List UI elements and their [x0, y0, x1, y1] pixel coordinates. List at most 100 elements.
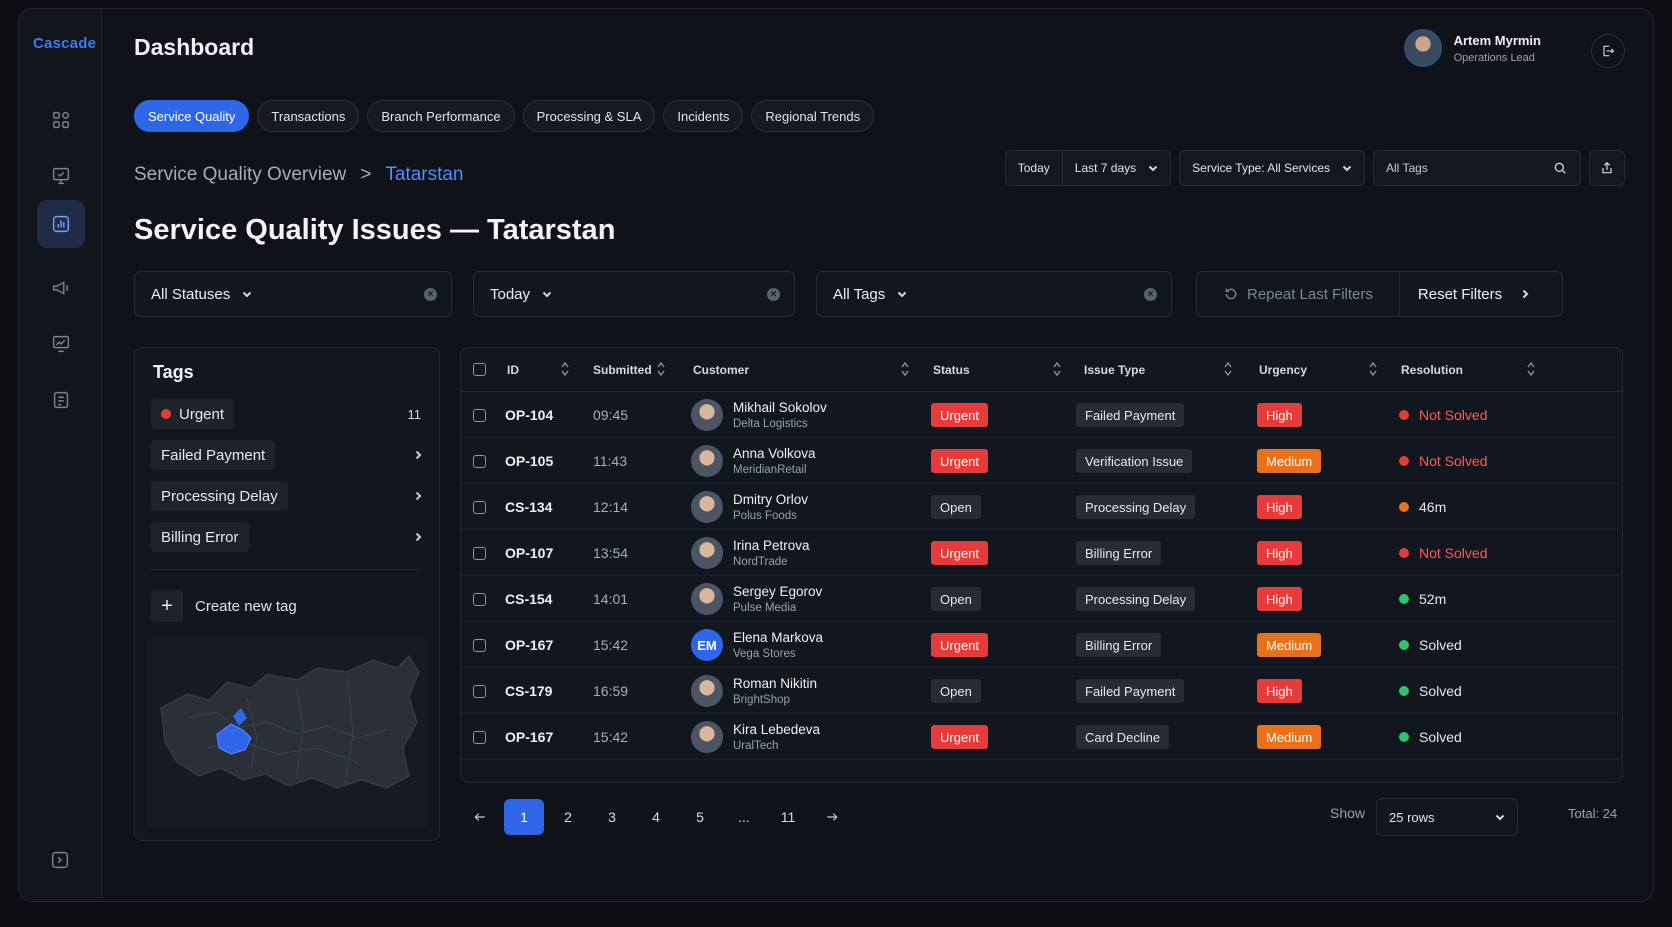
page-11-button[interactable]: 11 — [768, 799, 808, 835]
search-icon[interactable] — [1552, 160, 1568, 176]
col-status[interactable]: Status — [933, 363, 970, 377]
col-id[interactable]: ID — [507, 363, 519, 377]
table-row[interactable]: CS-134 12:14 Dmitry Orlov Polus Foods Open Pr… — [461, 484, 1622, 530]
row-checkbox[interactable] — [473, 546, 486, 560]
table-row[interactable]: OP-107 13:54 Irina Petrova NordTrade Urgent B… — [461, 530, 1622, 576]
tab-service-quality[interactable]: Service Quality — [134, 100, 250, 132]
nav-reports-icon[interactable] — [37, 200, 85, 248]
row-id[interactable]: OP-167 — [505, 622, 553, 668]
tag-item-processing-delay[interactable]: Processing Delay — [151, 480, 423, 512]
select-all-checkbox[interactable] — [473, 363, 486, 376]
user-profile[interactable]: Artem Myrmin Operations Lead — [1403, 29, 1541, 67]
col-issue-type[interactable]: Issue Type — [1084, 363, 1145, 377]
sort-icon[interactable] — [1224, 361, 1232, 377]
tab-transactions[interactable]: Transactions — [257, 100, 360, 132]
row-id[interactable]: CS-154 — [505, 576, 552, 622]
sort-icon[interactable] — [1369, 361, 1377, 377]
table-row[interactable]: OP-104 09:45 Mikhail Sokolov Delta Logistic… — [461, 392, 1622, 438]
customer-cell[interactable]: Sergey Egorov Pulse Media — [691, 583, 822, 615]
table-row[interactable]: OP-167 15:42 EM Elena Markova Vega Stores Urg… — [461, 622, 1622, 668]
status-filter[interactable]: All Statuses × — [134, 271, 452, 317]
row-checkbox[interactable] — [473, 454, 486, 468]
resolution-dot-icon — [1399, 456, 1409, 466]
row-checkbox[interactable] — [473, 684, 486, 698]
row-checkbox[interactable] — [473, 592, 486, 606]
nav-analytics-icon[interactable] — [37, 320, 85, 368]
page-5-button[interactable]: 5 — [680, 799, 720, 835]
tags-filter[interactable]: All Tags × — [816, 271, 1172, 317]
reset-filters-button[interactable]: Reset Filters — [1398, 272, 1548, 316]
next-page-button[interactable] — [812, 799, 852, 835]
page-1-button[interactable]: 1 — [504, 799, 544, 835]
row-checkbox[interactable] — [473, 500, 486, 514]
table-row[interactable]: OP-167 15:42 Kira Lebedeva UralTech Urgent Ca… — [461, 714, 1622, 760]
row-id[interactable]: CS-134 — [505, 484, 552, 530]
brand-logo[interactable]: Cascade — [33, 35, 96, 52]
breadcrumb-parent[interactable]: Service Quality Overview — [134, 164, 346, 186]
rows-per-page-select[interactable]: 25 rows — [1376, 798, 1518, 836]
table-row[interactable]: CS-179 16:59 Roman Nikitin BrightShop Open Fa… — [461, 668, 1622, 714]
today-button[interactable]: Today — [1006, 151, 1062, 185]
region-map[interactable] — [147, 638, 427, 828]
tab-regional-trends[interactable]: Regional Trends — [751, 100, 875, 132]
tag-item-urgent[interactable]: Urgent 11 — [151, 398, 423, 430]
table-row[interactable]: OP-105 11:43 Anna Volkova MeridianRetail Urg… — [461, 438, 1622, 484]
customer-cell[interactable]: Dmitry Orlov Polus Foods — [691, 491, 808, 523]
sort-icon[interactable] — [1053, 361, 1061, 377]
collapse-sidebar-icon[interactable] — [49, 849, 71, 871]
customer-cell[interactable]: Mikhail Sokolov Delta Logistics — [691, 399, 827, 431]
row-id[interactable]: CS-179 — [505, 668, 552, 714]
avatar[interactable] — [1403, 29, 1442, 67]
col-customer[interactable]: Customer — [693, 363, 749, 377]
row-id[interactable]: OP-104 — [505, 392, 553, 438]
sort-icon[interactable] — [901, 361, 909, 377]
page-2-button[interactable]: 2 — [548, 799, 588, 835]
page-3-button[interactable]: 3 — [592, 799, 632, 835]
col-submitted[interactable]: Submitted — [593, 363, 652, 377]
nav-monitor-icon[interactable] — [37, 152, 85, 200]
row-id[interactable]: OP-105 — [505, 438, 553, 484]
customer-cell[interactable]: Kira Lebedeva UralTech — [691, 721, 820, 753]
tag-label: Urgent — [179, 405, 225, 423]
issue-type-badge: Billing Error — [1076, 541, 1162, 565]
sort-icon[interactable] — [561, 361, 569, 377]
sort-icon[interactable] — [1527, 361, 1535, 377]
tags-search[interactable]: All Tags — [1373, 150, 1581, 186]
tab-incidents[interactable]: Incidents — [663, 100, 744, 132]
row-checkbox[interactable] — [473, 730, 486, 744]
row-checkbox[interactable] — [473, 408, 486, 422]
customer-cell[interactable]: Roman Nikitin BrightShop — [691, 675, 817, 707]
issue-type-badge: Failed Payment — [1076, 679, 1185, 703]
customer-company: MeridianRetail — [733, 464, 807, 476]
prev-page-button[interactable] — [460, 799, 500, 835]
col-resolution[interactable]: Resolution — [1401, 363, 1463, 377]
clear-icon[interactable]: × — [1144, 288, 1157, 301]
row-id[interactable]: OP-167 — [505, 714, 553, 760]
tab-processing-sla[interactable]: Processing & SLA — [522, 100, 656, 132]
nav-widgets-icon[interactable] — [37, 96, 85, 144]
nav-documents-icon[interactable] — [37, 376, 85, 424]
export-button[interactable] — [1589, 150, 1625, 186]
range-select[interactable]: Last 7 days — [1061, 151, 1170, 185]
tag-item-billing-error[interactable]: Billing Error — [151, 521, 423, 553]
logout-button[interactable] — [1591, 34, 1625, 68]
page-4-button[interactable]: 4 — [636, 799, 676, 835]
table-row[interactable]: CS-154 14:01 Sergey Egorov Pulse Media Open P… — [461, 576, 1622, 622]
repeat-filters-button[interactable]: Repeat Last Filters — [1197, 272, 1399, 316]
tab-branch-performance[interactable]: Branch Performance — [367, 100, 515, 132]
customer-cell[interactable]: Anna Volkova MeridianRetail — [691, 445, 816, 477]
customer-cell[interactable]: Irina Petrova NordTrade — [691, 537, 810, 569]
clear-icon[interactable]: × — [424, 288, 437, 301]
row-id[interactable]: OP-107 — [505, 530, 553, 576]
tag-item-failed-payment[interactable]: Failed Payment — [151, 439, 423, 471]
customer-cell[interactable]: EM Elena Markova Vega Stores — [691, 629, 823, 661]
date-filter[interactable]: Today × — [473, 271, 795, 317]
service-type-select[interactable]: Service Type: All Services — [1179, 150, 1365, 186]
clear-icon[interactable]: × — [767, 288, 780, 301]
nav-campaigns-icon[interactable] — [37, 264, 85, 312]
row-checkbox[interactable] — [473, 638, 486, 652]
create-tag-button[interactable]: + Create new tag — [151, 590, 297, 622]
sort-icon[interactable] — [657, 361, 665, 377]
col-urgency[interactable]: Urgency — [1259, 363, 1307, 377]
tags-search-input[interactable]: All Tags — [1386, 161, 1428, 175]
